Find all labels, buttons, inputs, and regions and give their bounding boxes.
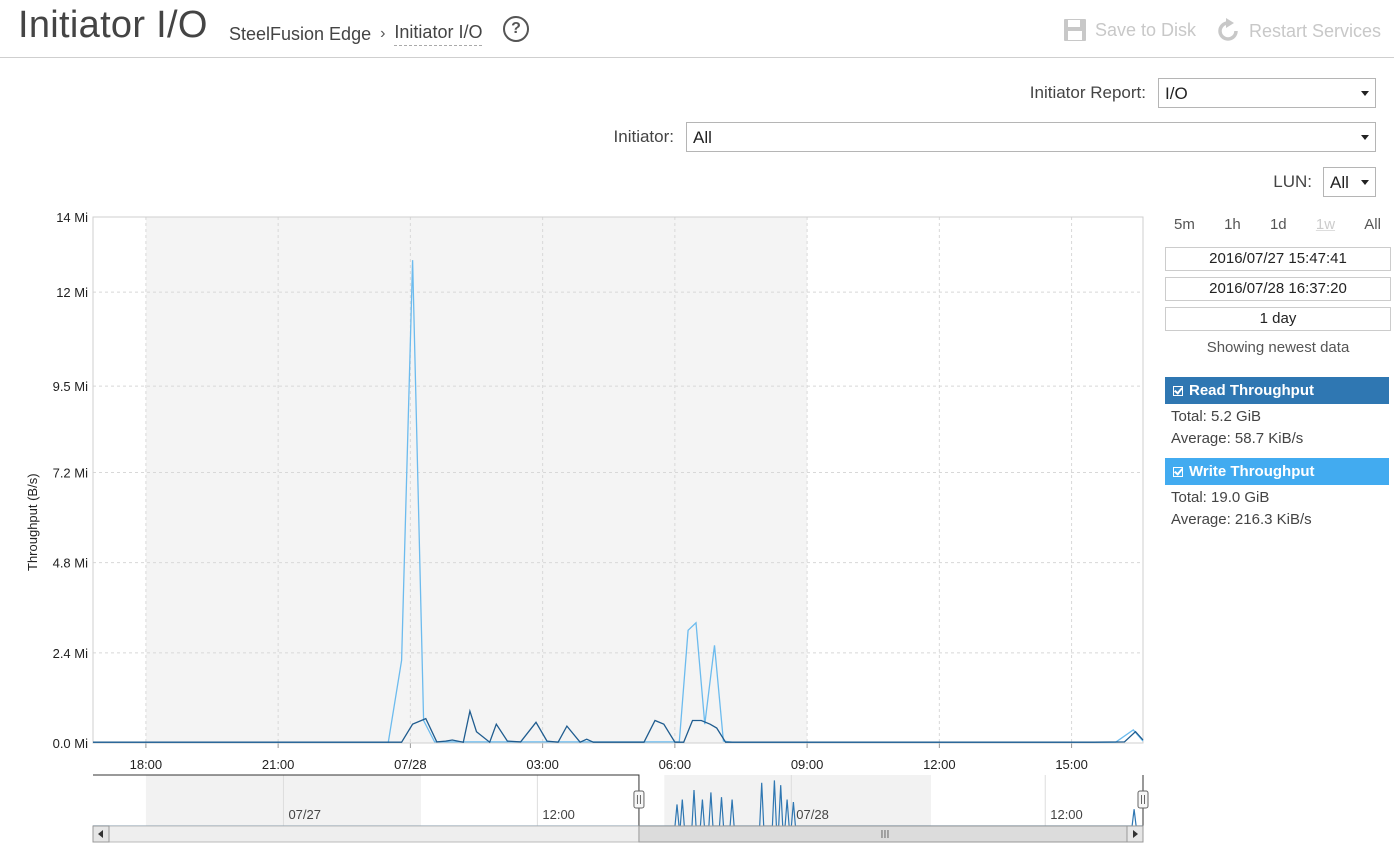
initiator-report-select[interactable]: I/O — [1158, 78, 1376, 108]
floppy-disk-icon — [1064, 19, 1086, 41]
x-tick-label: 06:00 — [659, 757, 692, 772]
range-button-1w[interactable]: 1w — [1307, 214, 1344, 235]
chevron-down-icon — [1361, 180, 1369, 185]
initiator-select[interactable]: All — [686, 122, 1376, 152]
page-header: Initiator I/O SteelFusion Edge › Initiat… — [0, 0, 1394, 58]
y-tick-label: 2.4 Mi — [53, 646, 89, 661]
lun-label: LUN: — [1273, 172, 1312, 191]
navigator-label: 12:00 — [1050, 807, 1083, 822]
x-tick-label: 03:00 — [526, 757, 559, 772]
save-to-disk-label: Save to Disk — [1095, 19, 1197, 40]
x-tick-label: 07/28 — [394, 757, 427, 772]
breadcrumb-current[interactable]: Initiator I/O — [394, 22, 483, 46]
x-tick-label: 21:00 — [262, 757, 295, 772]
write-throughput-toggle[interactable]: Write Throughput — [1165, 458, 1389, 485]
range-button-1d[interactable]: 1d — [1261, 214, 1296, 235]
breadcrumb: SteelFusion Edge › Initiator I/O — [229, 22, 483, 46]
read-average: Average: 58.7 KiB/s — [1171, 430, 1304, 447]
x-tick-label: 15:00 — [1055, 757, 1088, 772]
data-status-text: Showing newest data — [1206, 339, 1350, 356]
y-tick-label: 12 Mi — [56, 285, 88, 300]
read-throughput-toggle[interactable]: Read Throughput — [1165, 377, 1389, 404]
navigator-right-handle[interactable] — [1137, 790, 1149, 809]
save-to-disk-button[interactable]: Save to Disk — [1063, 18, 1196, 42]
initiator-report-value: I/O — [1165, 84, 1188, 103]
x-tick-label: 09:00 — [791, 757, 824, 772]
checkbox-checked-icon — [1173, 385, 1183, 396]
y-tick-label: 0.0 Mi — [53, 736, 89, 751]
checkbox-checked-icon — [1173, 466, 1183, 477]
y-tick-label: 9.5 Mi — [53, 379, 89, 394]
chevron-down-icon — [1361, 91, 1369, 96]
read-total: Total: 5.2 GiB — [1171, 408, 1262, 425]
throughput-chart: Throughput (B/s) 0.0 Mi 2.4 Mi 4.8 Mi 7.2 M… — [0, 205, 1160, 850]
breadcrumb-separator: › — [380, 25, 386, 42]
navigator-label: 12:00 — [542, 807, 575, 822]
write-throughput-label: Write Throughput — [1189, 463, 1315, 480]
initiator-report-label: Initiator Report: — [1029, 83, 1146, 102]
lun-select[interactable]: All — [1323, 167, 1376, 197]
write-total: Total: 19.0 GiB — [1171, 489, 1270, 506]
navigator-left-handle[interactable] — [633, 790, 645, 809]
y-tick-label: 7.2 Mi — [53, 465, 89, 480]
page-title: Initiator I/O — [18, 4, 208, 46]
highlight-band — [145, 217, 808, 743]
x-tick-label: 18:00 — [130, 757, 163, 772]
refresh-icon — [1218, 18, 1238, 41]
navigator-label: 07/28 — [796, 807, 829, 822]
y-tick-label: 14 Mi — [56, 210, 88, 225]
time-range-buttons: 5m 1h 1d 1w All — [1165, 214, 1390, 235]
chart-svg: 0.0 Mi 2.4 Mi 4.8 Mi 7.2 Mi 9.5 Mi 12 Mi 14 Mi… — [53, 210, 1149, 843]
navigator-label: 07/27 — [288, 807, 321, 822]
chevron-down-icon — [1361, 135, 1369, 140]
lun-value: All — [1330, 173, 1349, 192]
breadcrumb-parent[interactable]: SteelFusion Edge — [229, 24, 371, 45]
read-throughput-label: Read Throughput — [1189, 382, 1314, 399]
initiator-label: Initiator: — [613, 127, 674, 146]
duration-field[interactable]: 1 day — [1165, 307, 1391, 331]
x-tick-label: 12:00 — [923, 757, 956, 772]
write-average: Average: 216.3 KiB/s — [1171, 511, 1312, 528]
restart-services-label: Restart Services — [1249, 20, 1382, 41]
range-button-all[interactable]: All — [1355, 214, 1390, 235]
restart-services-button[interactable]: Restart Services — [1215, 18, 1381, 44]
initiator-value: All — [693, 128, 712, 147]
end-time-field[interactable]: 2016/07/28 16:37:20 — [1165, 277, 1391, 301]
range-button-1h[interactable]: 1h — [1215, 214, 1250, 235]
start-time-field[interactable]: 2016/07/27 15:47:41 — [1165, 247, 1391, 271]
question-circle-icon[interactable]: ? — [503, 16, 529, 42]
y-tick-label: 4.8 Mi — [53, 556, 89, 571]
range-button-5m[interactable]: 5m — [1165, 214, 1204, 235]
